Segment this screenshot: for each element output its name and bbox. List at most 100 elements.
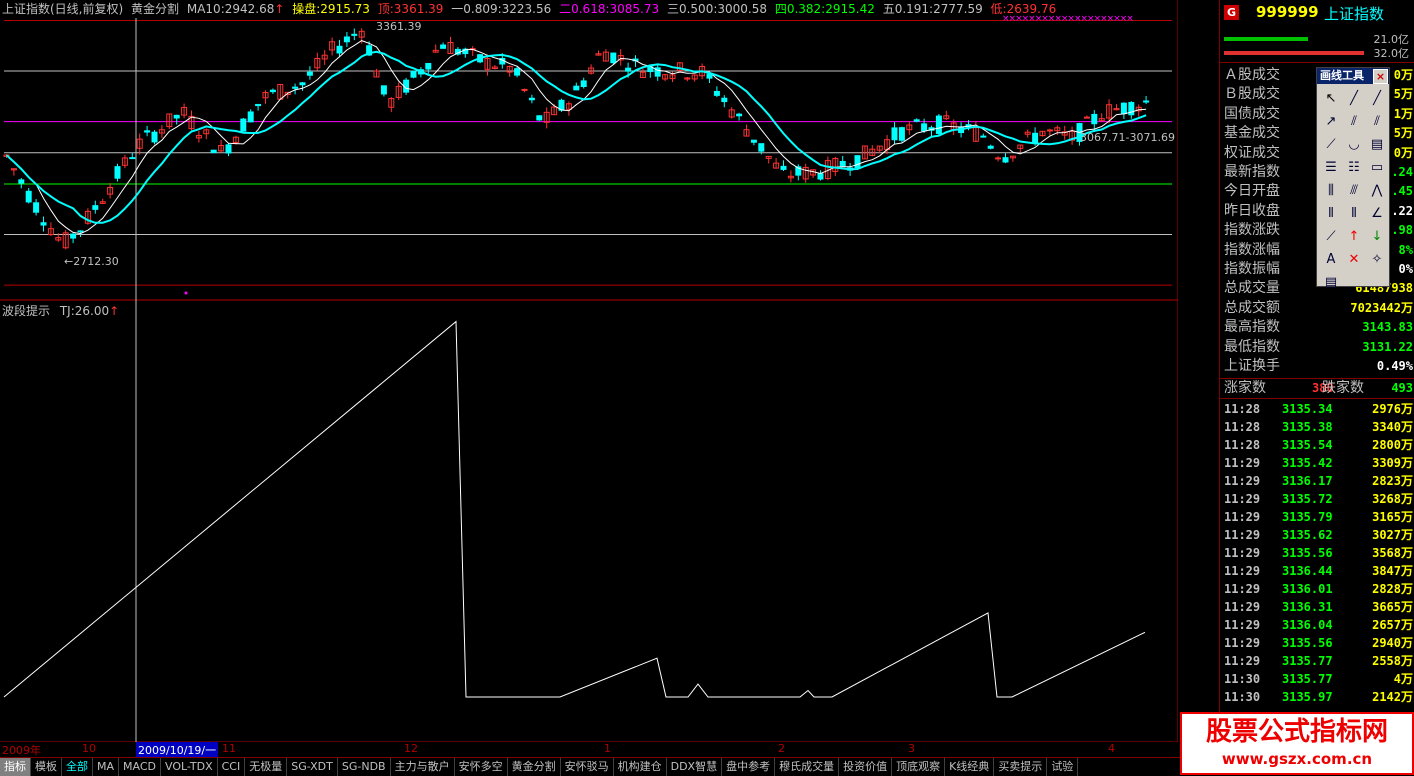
tick-row: 11:29 3135.56 3568万 [1224,544,1413,562]
stat-label: 上证换手 [1224,358,1280,374]
tab-20[interactable]: K线经典 [945,758,995,776]
tab-19[interactable]: 顶底观察 [892,758,946,776]
stat-value: 3143.83 [1362,320,1413,335]
draw-bars-icon[interactable]: ⦀ [1343,202,1365,224]
tab-16[interactable]: 盘中参考 [722,758,776,776]
tab-2[interactable]: 全部 [62,758,93,776]
draw-text-icon[interactable]: A [1320,248,1342,270]
draw-cycle-icon[interactable]: ⫻ [1343,179,1365,201]
x-axis-label: 3 [908,742,915,755]
stat-label: 指数振幅 [1224,261,1280,277]
stat-row: 最高指数 3143.83 [1224,318,1413,337]
watermark-title: 股票公式指标网 [1205,717,1388,747]
tick-cell: 11:29 [1224,456,1261,470]
tick-cell: 2142万 [1372,690,1413,704]
draw-gann-icon[interactable]: ☷ [1343,156,1365,178]
draw-fibo-icon[interactable]: ☰ [1320,156,1342,178]
tab-14[interactable]: 机构建仓 [614,758,667,776]
draw-period-icon[interactable]: ⫼ [1320,179,1342,201]
draw-angle-icon[interactable]: ∠ [1366,202,1388,224]
draw-segment-icon[interactable]: ╱ [1366,87,1388,109]
tick-cell: 2940万 [1372,636,1413,650]
tab-13[interactable]: 安怀驳马 [561,758,614,776]
draw-ray-icon[interactable]: ↗ [1320,110,1342,132]
tab-8[interactable]: SG-XDT [287,758,338,776]
chart-area[interactable]: 330032003100300029002800270060.0055.0050… [0,0,1178,742]
stat-value: 3131.22 [1362,339,1413,354]
draw-line-icon[interactable]: ╱ [1343,87,1365,109]
tick-row: 11:29 3135.79 3165万 [1224,508,1413,526]
candle-body [210,149,217,154]
stat-value: 0万 [1393,68,1413,82]
candle-body [306,71,313,76]
draw-wave-icon[interactable]: ⋀ [1366,179,1388,201]
chart-title: 上证指数(日线,前复权) [2,2,124,16]
candle-body [780,165,787,170]
tab-15[interactable]: DDX智慧 [667,758,723,776]
tick-row: 11:29 3135.77 2558万 [1224,652,1413,670]
tab-6[interactable]: CCI [218,758,246,776]
close-icon[interactable]: × [1373,69,1388,84]
draw-rect-icon[interactable]: ▭ [1366,156,1388,178]
draw-lines-icon[interactable]: ⦀ [1320,202,1342,224]
draw-price-line-icon[interactable]: ▤ [1366,133,1388,155]
draw-up-arrow-icon[interactable]: ↑ [1343,225,1365,247]
candle-body [750,139,757,143]
tick-row: 11:29 3136.17 2823万 [1224,472,1413,490]
tick-cell: 11:30 [1224,672,1261,686]
draw-list-icon[interactable]: ▤ [1320,271,1342,293]
draw-hide-icon[interactable]: ✧ [1366,248,1388,270]
tick-cell: 11:28 [1224,402,1261,416]
tab-10[interactable]: 主力与散户 [391,758,455,776]
tab-17[interactable]: 穆氏成交量 [775,758,840,776]
kline-chart[interactable]: 330032003100300029002800270060.0055.0050… [0,0,1178,742]
tab-9[interactable]: SG-NDB [338,758,391,776]
candle-body [343,36,350,43]
stat-row: 总成交额 7023442万 [1224,299,1413,318]
tab-12[interactable]: 黄金分割 [508,758,561,776]
draw-cursor-icon[interactable]: ↖ [1320,87,1342,109]
tab-18[interactable]: 投资价值 [839,758,893,776]
tick-cell: 3135.97 [1282,690,1333,704]
candle-body [521,88,528,91]
fib-two: 二0.618:3085.73 [559,2,660,16]
tick-row: 11:28 3135.38 3340万 [1224,418,1413,436]
volume-bar-red [1224,51,1364,55]
draw-down-arrow-icon[interactable]: ↓ [1366,225,1388,247]
tab-0[interactable]: 指标 [0,758,31,776]
g-badge-icon: G [1224,5,1239,20]
stat-value: 0.49% [1376,359,1413,373]
tab-4[interactable]: MACD [119,758,161,776]
draw-parallel-icon[interactable]: ⫽ [1343,110,1365,132]
tick-row: 11:29 3136.04 2657万 [1224,616,1413,634]
candle-body [713,90,720,96]
stock-code: 999999 [1256,3,1319,21]
tab-3[interactable]: MA [93,758,120,776]
tick-cell: 3135.42 [1282,456,1333,470]
draw-speed-icon[interactable]: ⟋ [1320,225,1342,247]
tick-cell: 11:29 [1224,654,1261,668]
candle-body [18,179,25,184]
draw-tool-titlebar[interactable]: 画线工具 × [1317,68,1389,84]
caopan-value: 操盘:2915.73 [292,2,370,16]
draw-channel-icon[interactable]: ⫽ [1366,110,1388,132]
stat-label: 总成交量 [1224,280,1280,297]
stat-value: .22 [1391,203,1413,218]
tab-11[interactable]: 安怀多空 [455,758,508,776]
candle-body [1143,100,1150,103]
tab-22[interactable]: 试验 [1047,758,1079,776]
candle-body [898,127,905,141]
candle-body [1091,113,1098,125]
draw-fan-icon[interactable]: ⟋ [1320,133,1342,155]
draw-delete-icon[interactable]: ✕ [1343,248,1365,270]
tab-21[interactable]: 买卖提示 [994,758,1048,776]
divider [1220,62,1414,63]
tick-cell: 11:29 [1224,546,1261,560]
fib-one: 一0.809:3223.56 [451,2,552,16]
draw-tool-panel[interactable]: 画线工具 × ↖ ╱ ╱ ↗ ⫽ ⫽ ⟋ ◡ ▤ ☰ ☷ ▭ ⫼ ⫻ ⋀ ⦀ ⦀ ∠ ⟋ ↑ ↓ A ✕ ✧ ▤ [1316,67,1390,290]
tab-1[interactable]: 模板 [31,758,62,776]
tab-5[interactable]: VOL-TDX [161,758,218,776]
fall-value: 493 [1391,381,1413,395]
tab-7[interactable]: 无极量 [245,758,288,776]
draw-arc-icon[interactable]: ◡ [1343,133,1365,155]
